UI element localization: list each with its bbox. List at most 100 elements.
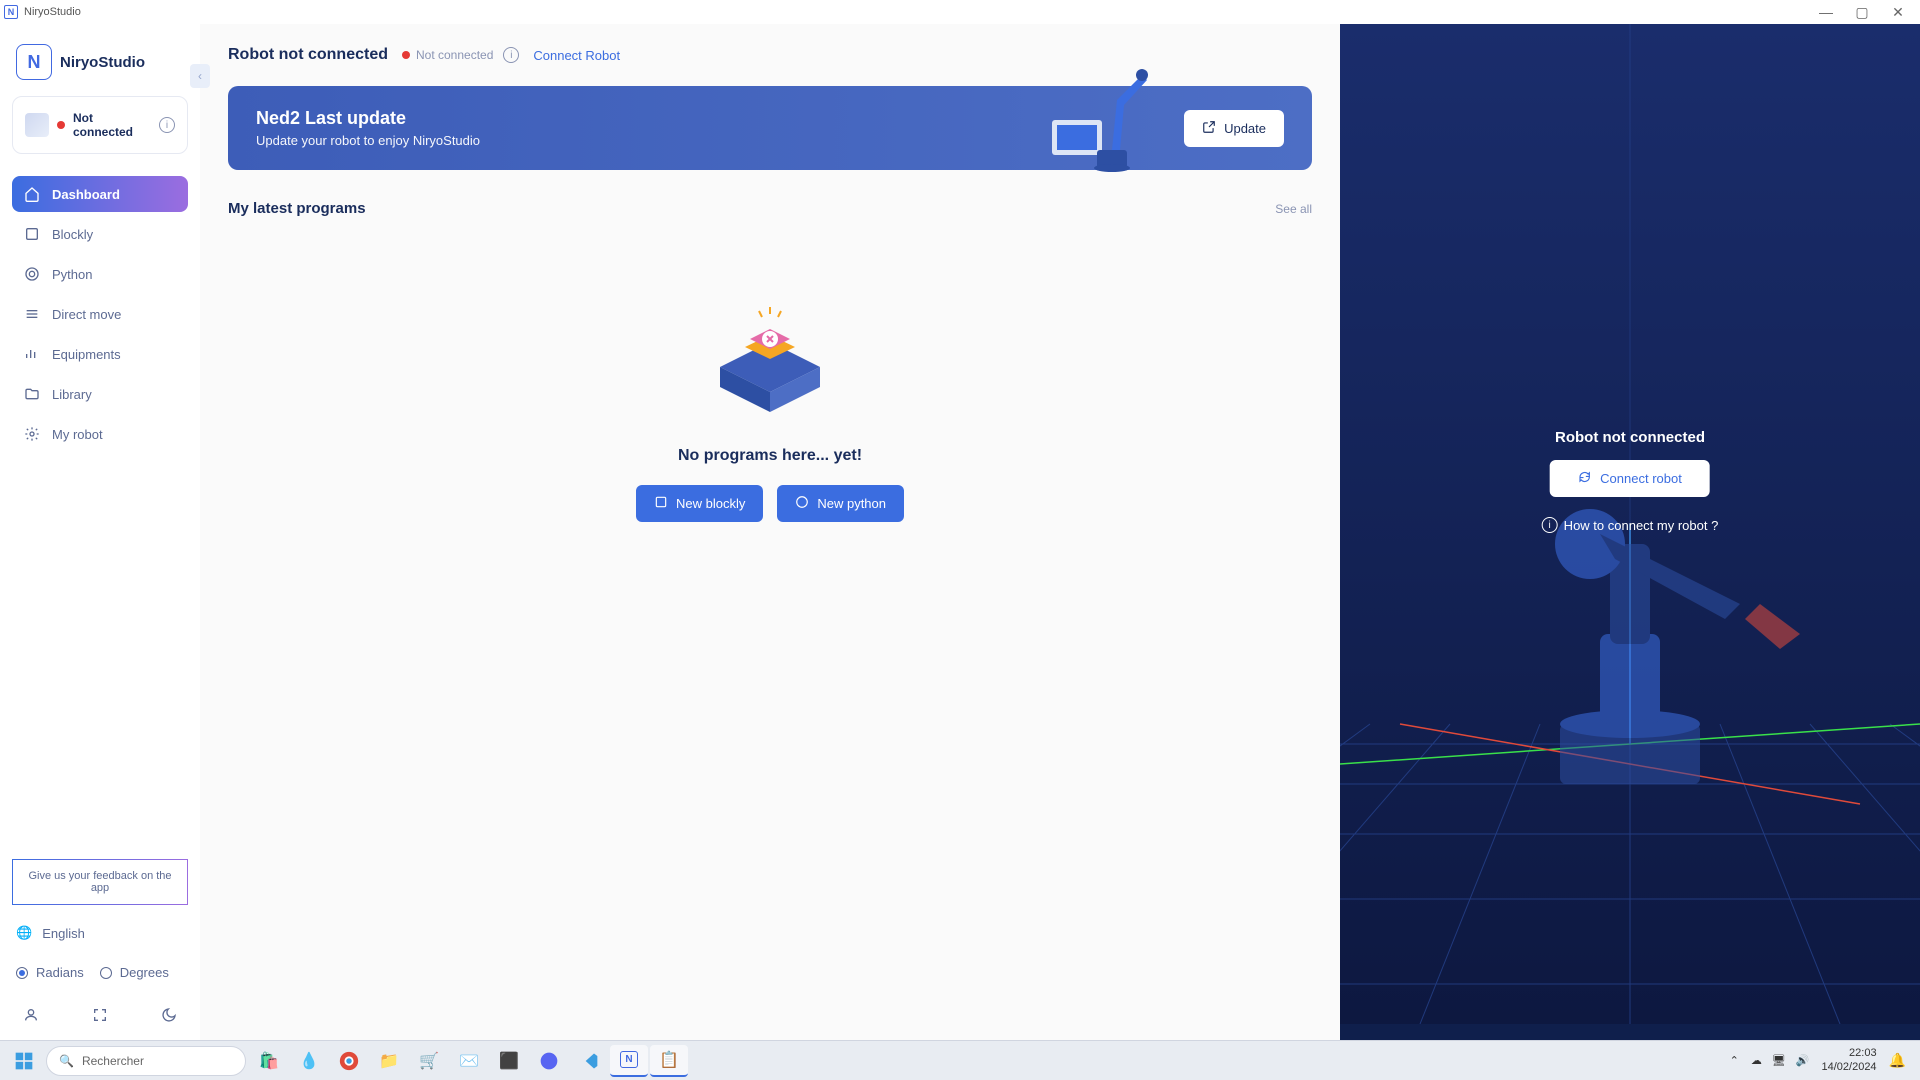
brand-name: NiryoStudio <box>60 54 145 71</box>
move-icon <box>24 306 40 322</box>
radio-degrees[interactable] <box>100 967 112 979</box>
taskbar-search[interactable]: 🔍 Rechercher <box>46 1046 246 1076</box>
info-icon[interactable]: i <box>503 47 519 63</box>
new-python-button[interactable]: New python <box>777 485 904 522</box>
user-icon[interactable] <box>22 1006 40 1024</box>
taskbar-app-3[interactable]: ⬛ <box>490 1045 528 1077</box>
update-button[interactable]: Update <box>1184 110 1284 147</box>
tray-notifications-icon[interactable]: 🔔 <box>1889 1052 1906 1069</box>
connect-robot-link[interactable]: Connect Robot <box>533 48 620 63</box>
nav-label: Dashboard <box>52 187 120 202</box>
python-icon <box>795 495 809 512</box>
header-status-text: Not connected <box>416 48 493 62</box>
banner-robot-illustration <box>1042 60 1172 180</box>
taskbar-mail[interactable]: ✉️ <box>450 1045 488 1077</box>
globe-icon: 🌐 <box>16 925 32 941</box>
nav-library[interactable]: Library <box>12 376 188 412</box>
header-status: Not connected i <box>402 47 519 63</box>
refresh-icon <box>1578 470 1592 487</box>
empty-illustration <box>690 297 850 427</box>
sidebar: ‹ N NiryoStudio Not connected i Dashboar… <box>0 24 200 1040</box>
status-text: Not connected <box>73 111 151 139</box>
feedback-card[interactable]: Give us your feedback on the app <box>12 859 188 905</box>
nav-label: Blockly <box>52 227 93 242</box>
taskbar-vscode[interactable] <box>570 1045 608 1077</box>
tray-chevron-icon[interactable]: ⌃ <box>1730 1054 1739 1067</box>
viewport-title: Robot not connected <box>1555 429 1705 446</box>
update-button-label: Update <box>1224 121 1266 136</box>
equipment-icon <box>24 346 40 362</box>
taskbar-discord[interactable] <box>530 1045 568 1077</box>
unit-selector: Radians Degrees <box>12 961 188 984</box>
robot-icon <box>25 113 49 137</box>
programs-title: My latest programs <box>228 200 366 217</box>
minimize-button[interactable]: — <box>1816 4 1836 21</box>
block-icon <box>654 495 668 512</box>
connection-status-card[interactable]: Not connected i <box>12 96 188 154</box>
nav-dashboard[interactable]: Dashboard <box>12 176 188 212</box>
moon-icon[interactable] <box>160 1006 178 1024</box>
nav: Dashboard Blockly Python Direct move Equ… <box>12 176 188 452</box>
nav-blockly[interactable]: Blockly <box>12 216 188 252</box>
new-blockly-label: New blockly <box>676 496 745 511</box>
sidebar-collapse-button[interactable]: ‹ <box>190 64 210 88</box>
block-icon <box>24 226 40 242</box>
info-icon[interactable]: i <box>159 117 175 133</box>
nav-my-robot[interactable]: My robot <box>12 416 188 452</box>
radians-label: Radians <box>36 965 84 980</box>
status-dot-icon <box>57 121 65 129</box>
nav-direct-move[interactable]: Direct move <box>12 296 188 332</box>
brand: N NiryoStudio <box>12 36 188 96</box>
nav-python[interactable]: Python <box>12 256 188 292</box>
taskbar-niryostudio[interactable]: N <box>610 1045 648 1077</box>
external-link-icon <box>1202 120 1216 137</box>
window-title: NiryoStudio <box>24 6 81 18</box>
nav-label: Equipments <box>52 347 121 362</box>
info-icon: i <box>1542 517 1558 533</box>
taskbar-explorer[interactable]: 📁 <box>370 1045 408 1077</box>
tray-volume-icon[interactable]: 🔊 <box>1796 1054 1810 1067</box>
see-all-link[interactable]: See all <box>1275 202 1312 216</box>
banner-subtitle: Update your robot to enjoy NiryoStudio <box>256 133 480 148</box>
empty-state: No programs here... yet! New blockly New… <box>228 237 1312 562</box>
nav-label: Library <box>52 387 92 402</box>
app-icon: N <box>4 5 18 19</box>
nav-label: My robot <box>52 427 103 442</box>
degrees-label: Degrees <box>120 965 169 980</box>
taskbar-store[interactable]: 🛒 <box>410 1045 448 1077</box>
tray-cloud-icon[interactable]: ☁ <box>1751 1054 1762 1067</box>
nav-label: Direct move <box>52 307 121 322</box>
radio-radians[interactable] <box>16 967 28 979</box>
taskbar-app-2[interactable]: 💧 <box>290 1045 328 1077</box>
robot-viewport[interactable]: Robot not connected Connect robot i How … <box>1340 24 1920 1040</box>
new-blockly-button[interactable]: New blockly <box>636 485 763 522</box>
update-banner: Ned2 Last update Update your robot to en… <box>228 86 1312 170</box>
viewport-connect-label: Connect robot <box>1600 471 1682 486</box>
new-python-label: New python <box>817 496 886 511</box>
maximize-button[interactable]: ▢ <box>1852 4 1872 21</box>
fullscreen-icon[interactable] <box>91 1006 109 1024</box>
gear-icon <box>24 426 40 442</box>
start-button[interactable] <box>6 1045 42 1077</box>
main-content: Robot not connected Not connected i Conn… <box>200 24 1340 1040</box>
language-label: English <box>42 926 85 941</box>
search-placeholder: Rechercher <box>82 1054 144 1068</box>
taskbar: 🔍 Rechercher 🛍️ 💧 📁 🛒 ✉️ ⬛ N 📋 ⌃ ☁ 🖥 🔊 2… <box>0 1040 1920 1080</box>
taskbar-chrome[interactable] <box>330 1045 368 1077</box>
tray-date: 14/02/2024 <box>1822 1061 1877 1074</box>
viewport-connect-button[interactable]: Connect robot <box>1550 460 1710 497</box>
tray-clock[interactable]: 22:03 14/02/2024 <box>1822 1047 1877 1073</box>
taskbar-app-4[interactable]: 📋 <box>650 1045 688 1077</box>
banner-title: Ned2 Last update <box>256 108 480 129</box>
folder-icon <box>24 386 40 402</box>
tray-monitor-icon[interactable]: 🖥 <box>1772 1054 1786 1067</box>
window-titlebar: N NiryoStudio — ▢ ✕ <box>0 0 1920 24</box>
taskbar-app-1[interactable]: 🛍️ <box>250 1045 288 1077</box>
search-icon: 🔍 <box>59 1054 74 1068</box>
language-selector[interactable]: 🌐 English <box>12 919 188 947</box>
viewport-help-link[interactable]: i How to connect my robot ? <box>1542 517 1719 533</box>
nav-equipments[interactable]: Equipments <box>12 336 188 372</box>
close-button[interactable]: ✕ <box>1888 4 1908 21</box>
viewport-help-label: How to connect my robot ? <box>1564 518 1719 533</box>
brand-logo-icon: N <box>16 44 52 80</box>
